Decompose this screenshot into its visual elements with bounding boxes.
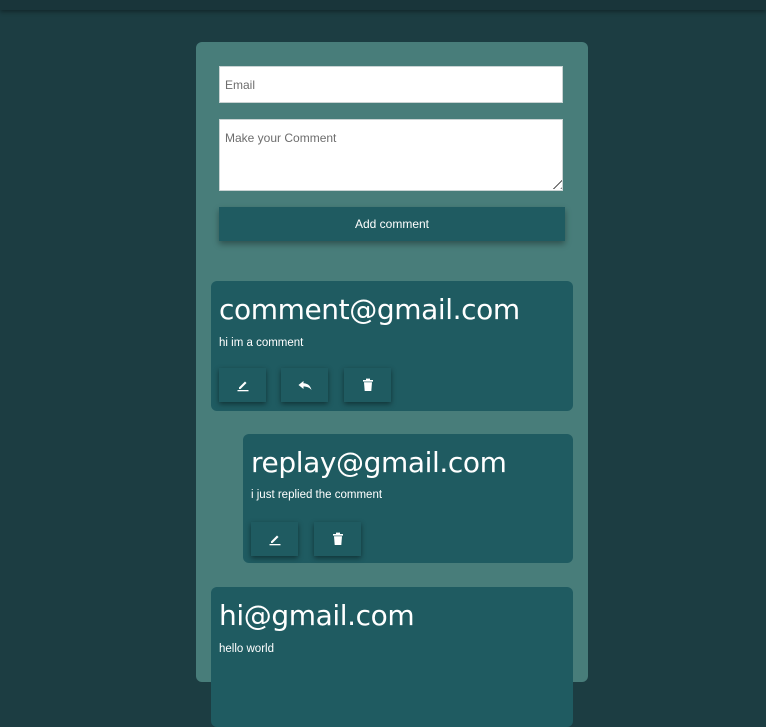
comment-text: hello world [219,643,274,655]
reply-button[interactable] [281,368,328,402]
edit-button[interactable] [251,522,298,556]
reply-icon [298,381,311,390]
comment-card: comment@gmail.com hi im a comment [211,281,573,411]
add-comment-button[interactable]: Add comment [219,207,565,241]
comment-email: comment@gmail.com [219,293,520,326]
pencil-icon [237,381,248,392]
comment-email: replay@gmail.com [251,446,507,479]
delete-button[interactable] [344,368,391,402]
comment-field[interactable] [219,119,563,191]
delete-button[interactable] [314,522,361,556]
comment-card: hi@gmail.com hello world [211,587,573,727]
comments-panel: Add comment comment@gmail.com hi im a co… [196,42,588,727]
comment-email: hi@gmail.com [219,599,415,632]
pencil-icon [269,535,280,546]
reply-card: replay@gmail.com i just replied the comm… [243,434,573,563]
comment-text: i just replied the comment [251,489,383,501]
trash-icon [362,378,373,391]
comment-text: hi im a comment [219,337,304,349]
email-field[interactable] [219,66,563,103]
edit-button[interactable] [219,368,266,402]
top-bar [0,0,766,10]
trash-icon [332,532,343,545]
